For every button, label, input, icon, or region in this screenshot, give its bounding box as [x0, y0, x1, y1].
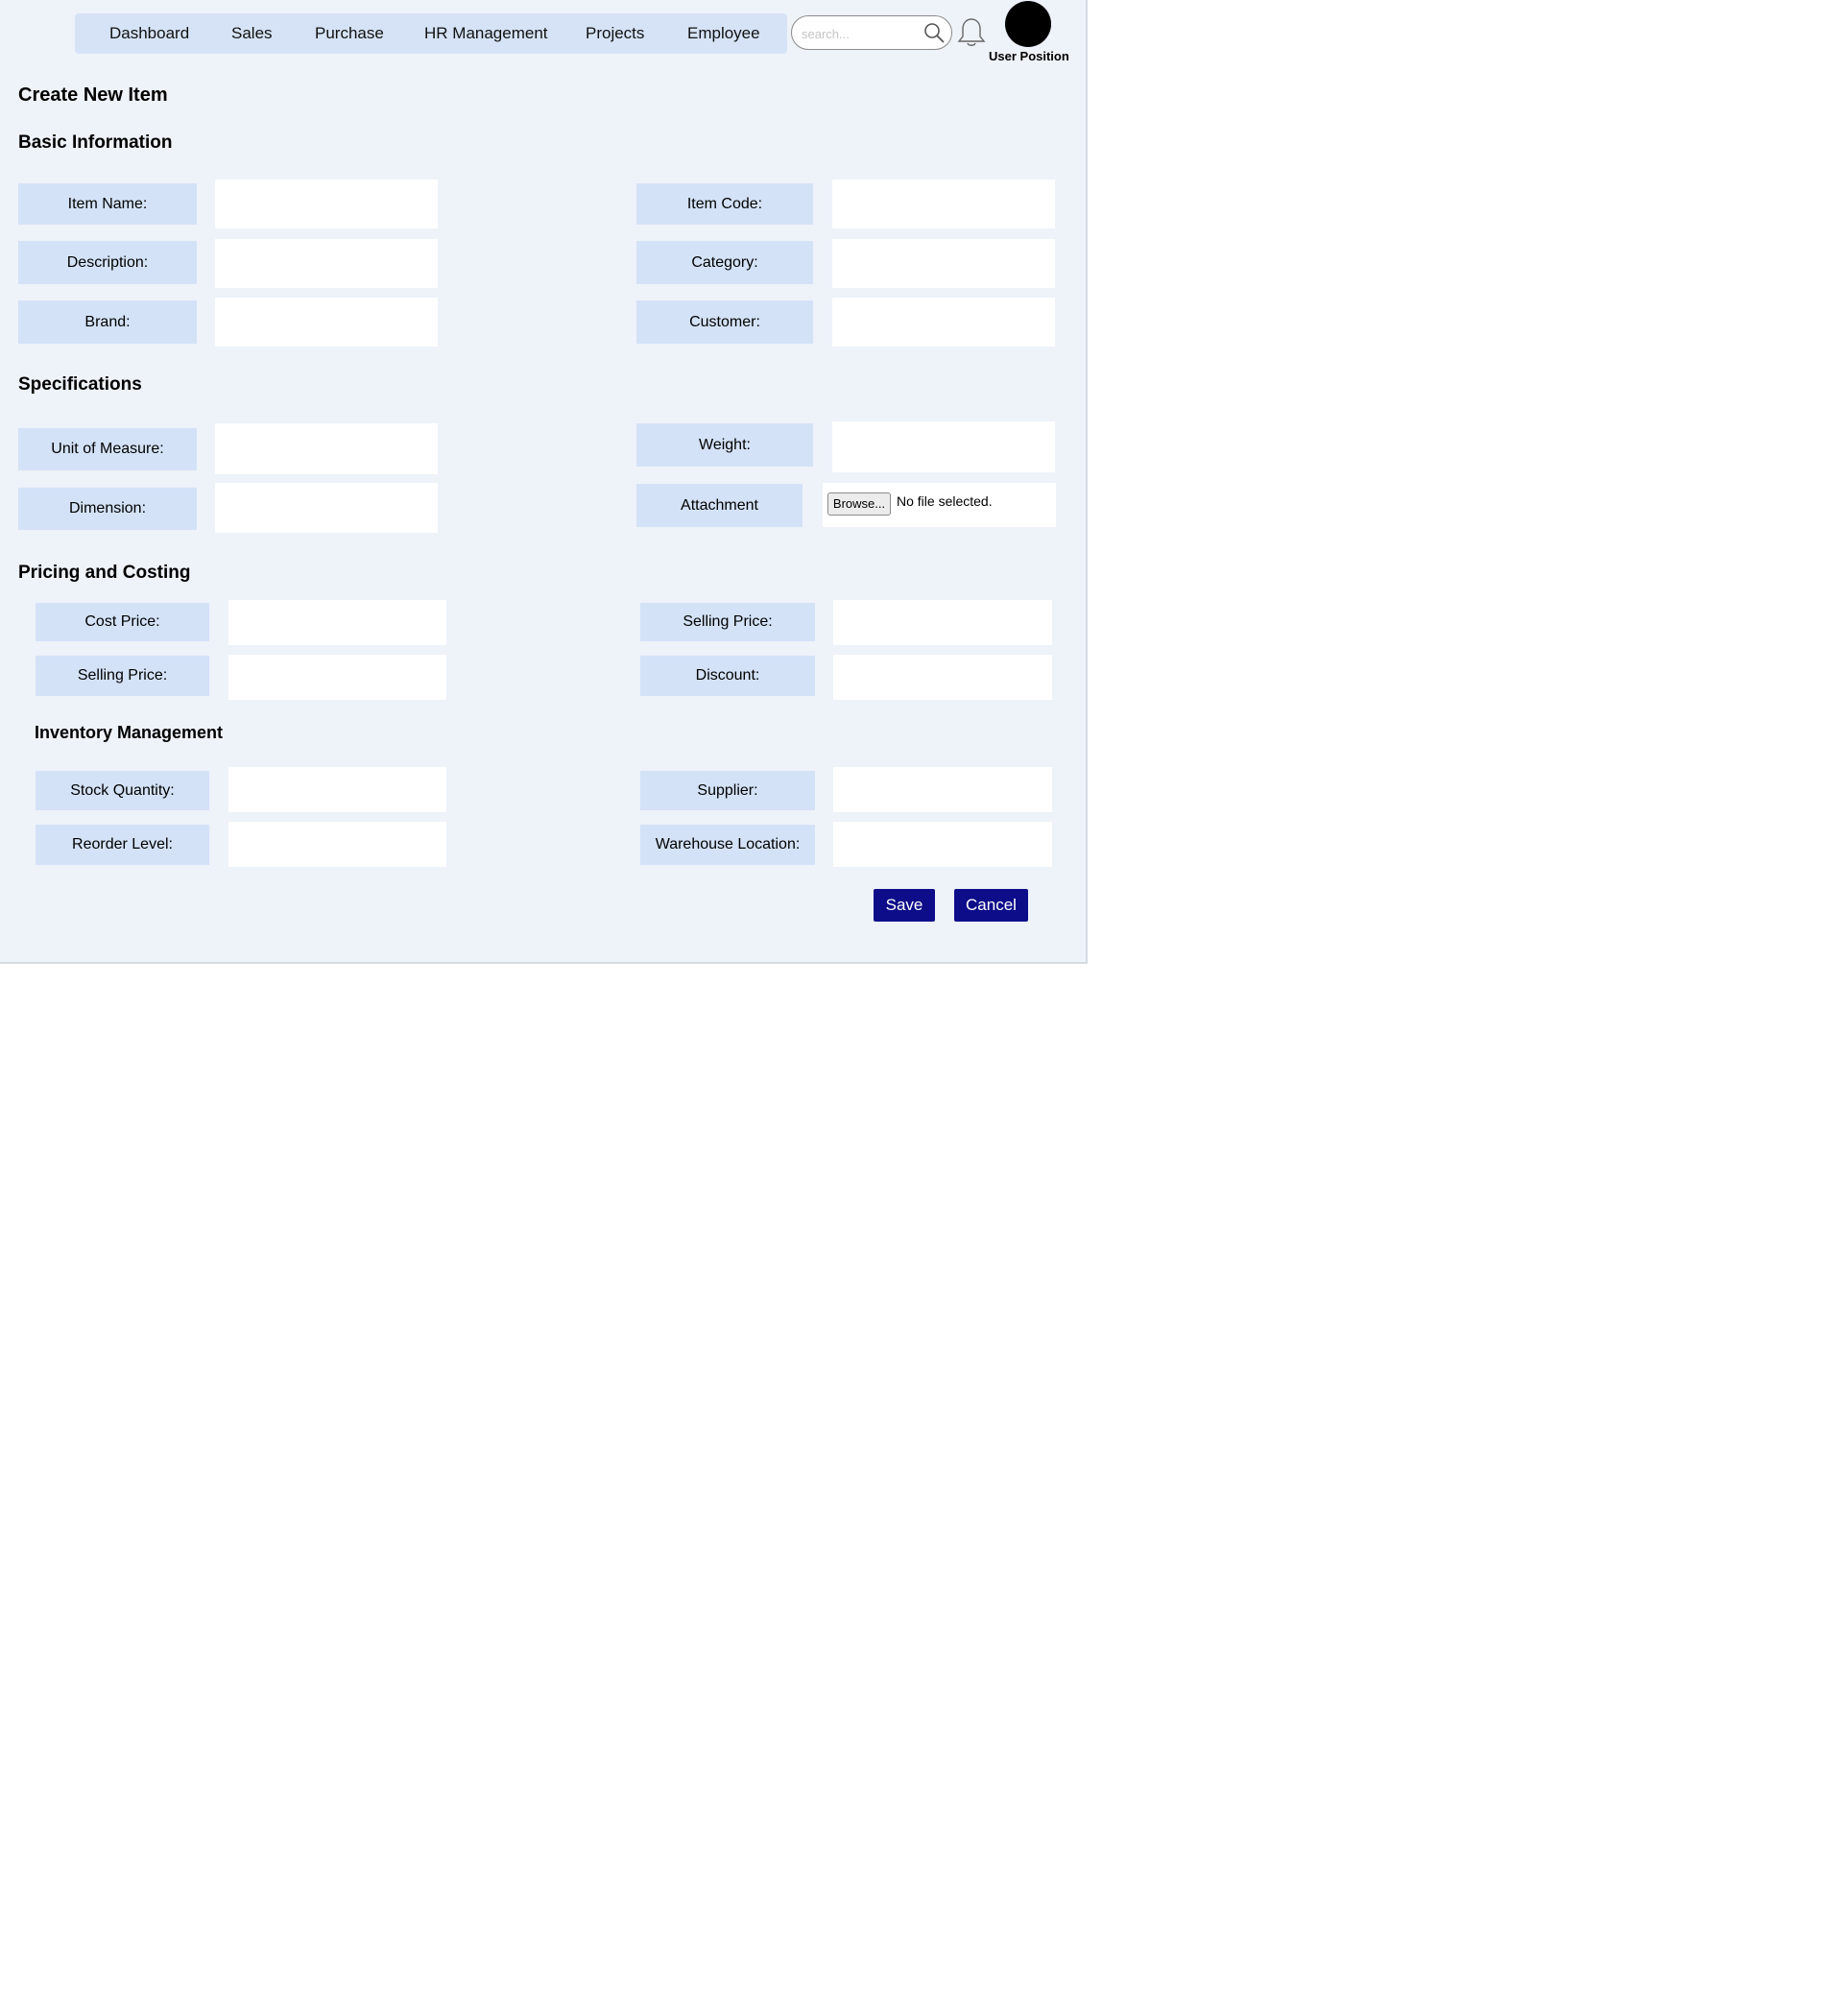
item-code-field[interactable] — [832, 180, 1055, 228]
label-brand: Brand: — [18, 300, 197, 344]
label-stock-quantity: Stock Quantity: — [36, 771, 209, 810]
section-title-specifications: Specifications — [18, 374, 142, 395]
weight-field[interactable] — [832, 421, 1055, 472]
label-cost-price: Cost Price: — [36, 603, 209, 641]
selling-price-right-field[interactable] — [833, 600, 1052, 645]
unit-of-measure-field[interactable] — [215, 423, 438, 474]
avatar[interactable] — [1005, 1, 1051, 47]
description-field[interactable] — [215, 239, 438, 288]
label-reorder-level: Reorder Level: — [36, 825, 209, 865]
stock-quantity-field[interactable] — [228, 767, 446, 812]
item-name-field[interactable] — [215, 180, 438, 228]
nav-dashboard[interactable]: Dashboard — [109, 13, 189, 54]
nav-sales[interactable]: Sales — [231, 13, 273, 54]
supplier-field[interactable] — [833, 767, 1052, 812]
app-window: Dashboard Sales Purchase HR Management P… — [0, 0, 1088, 964]
label-description: Description: — [18, 241, 197, 284]
brand-field[interactable] — [215, 298, 438, 347]
discount-field[interactable] — [833, 655, 1052, 700]
label-unit-of-measure: Unit of Measure: — [18, 428, 197, 470]
page-title: Create New Item — [18, 84, 168, 106]
label-category: Category: — [636, 241, 813, 284]
customer-field[interactable] — [832, 298, 1055, 347]
label-selling-price-left: Selling Price: — [36, 656, 209, 696]
label-discount: Discount: — [640, 656, 815, 696]
nav-purchase[interactable]: Purchase — [315, 13, 384, 54]
label-selling-price-right: Selling Price: — [640, 603, 815, 641]
attachment-file-input: Browse... No file selected. — [823, 483, 1056, 527]
browse-button[interactable]: Browse... — [827, 492, 891, 516]
search-input[interactable] — [800, 22, 919, 45]
category-field[interactable] — [832, 239, 1055, 288]
top-nav: Dashboard Sales Purchase HR Management P… — [75, 13, 787, 54]
warehouse-location-field[interactable] — [833, 822, 1052, 867]
section-title-pricing: Pricing and Costing — [18, 563, 191, 583]
nav-hr-management[interactable]: HR Management — [424, 13, 548, 54]
user-position: User Position — [989, 49, 1069, 63]
label-dimension: Dimension: — [18, 488, 197, 530]
label-attachment: Attachment — [636, 484, 803, 527]
nav-projects[interactable]: Projects — [586, 13, 644, 54]
file-status: No file selected. — [897, 493, 993, 509]
section-title-basic: Basic Information — [18, 132, 173, 153]
label-item-name: Item Name: — [18, 183, 197, 225]
label-supplier: Supplier: — [640, 771, 815, 810]
section-title-inventory: Inventory Management — [35, 723, 224, 742]
search-icon[interactable] — [922, 21, 946, 44]
dimension-field[interactable] — [215, 483, 438, 533]
label-customer: Customer: — [636, 300, 813, 344]
bell-icon[interactable] — [956, 16, 987, 49]
reorder-level-field[interactable] — [228, 822, 446, 867]
selling-price-left-field[interactable] — [228, 655, 446, 700]
cancel-button[interactable]: Cancel — [954, 889, 1028, 922]
search-box — [791, 15, 952, 50]
save-button[interactable]: Save — [874, 889, 935, 922]
cost-price-field[interactable] — [228, 600, 446, 645]
label-item-code: Item Code: — [636, 183, 813, 225]
label-weight: Weight: — [636, 423, 813, 467]
label-warehouse-location: Warehouse Location: — [640, 825, 815, 865]
nav-employee[interactable]: Employee — [687, 13, 760, 54]
